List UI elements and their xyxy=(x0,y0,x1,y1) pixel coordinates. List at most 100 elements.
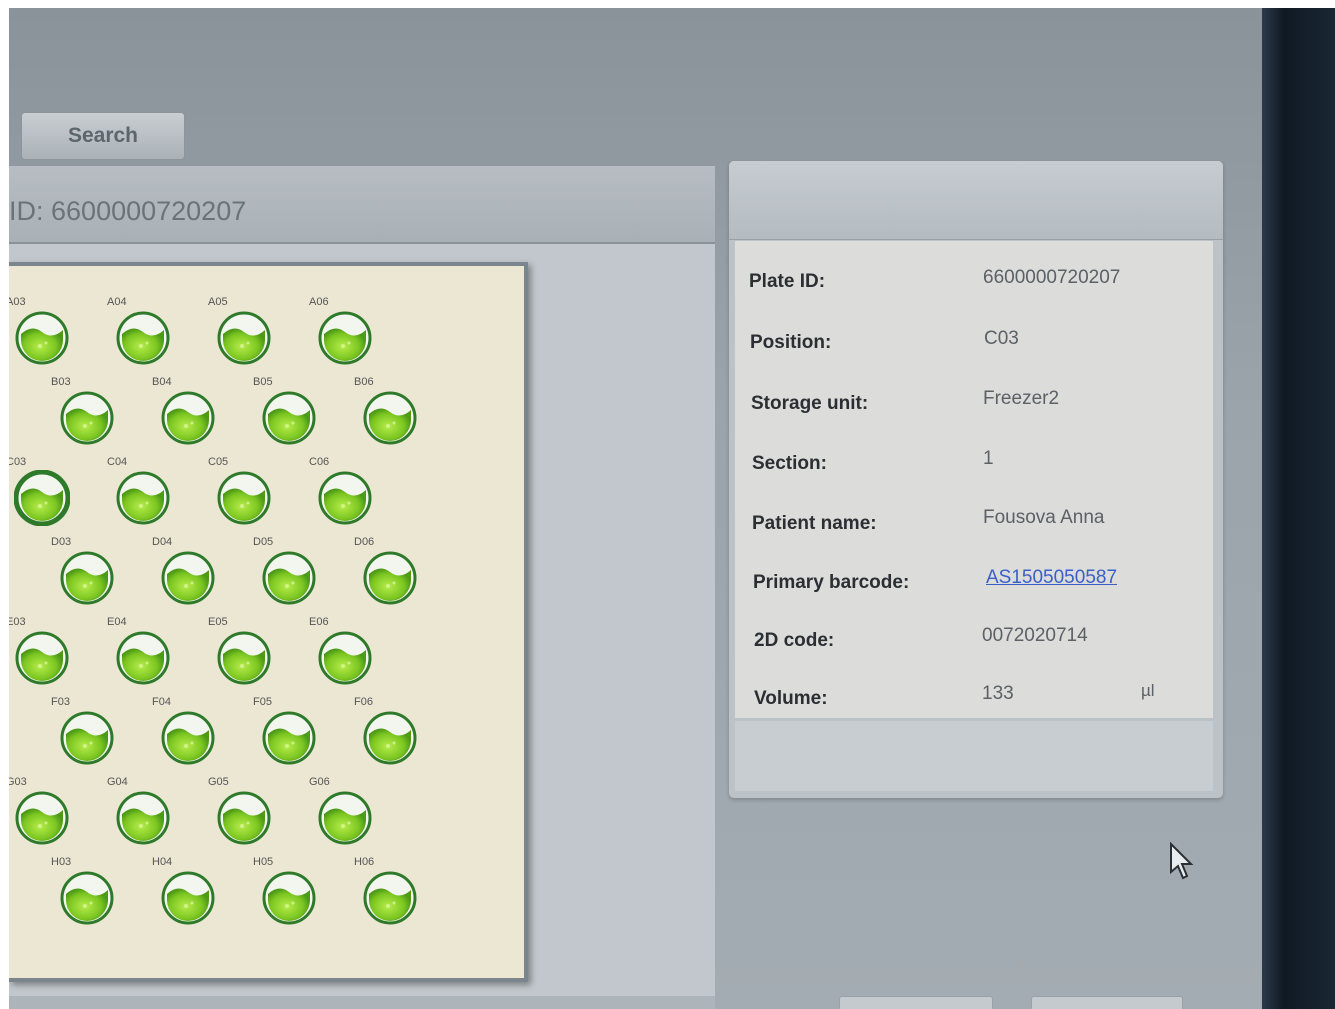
tube-icon xyxy=(217,631,271,685)
plate-well[interactable] xyxy=(115,470,171,526)
tube-icon xyxy=(60,871,114,925)
plate-well[interactable] xyxy=(115,310,171,366)
details-header xyxy=(729,161,1223,240)
tube-icon xyxy=(13,469,71,527)
plate-well[interactable] xyxy=(59,550,115,606)
details-footer xyxy=(735,721,1213,791)
well-label: F05 xyxy=(253,696,272,708)
tube-icon xyxy=(15,631,69,685)
well-label: B04 xyxy=(152,376,172,388)
tube-icon xyxy=(161,711,215,765)
plate-well[interactable] xyxy=(115,630,171,686)
tube-icon xyxy=(60,711,114,765)
tube-icon xyxy=(116,631,170,685)
code-2d-label: 2D code: xyxy=(754,630,835,651)
search-button[interactable]: Search xyxy=(21,112,185,160)
plate-well[interactable] xyxy=(216,790,272,846)
plate-well[interactable] xyxy=(261,710,317,766)
plate-well[interactable] xyxy=(115,790,171,846)
plate-well[interactable] xyxy=(261,550,317,606)
plate-well[interactable] xyxy=(362,550,418,606)
plate-well[interactable] xyxy=(160,390,216,446)
plate-well[interactable] xyxy=(317,470,373,526)
tube-icon xyxy=(363,391,417,445)
patient-name-value: Fousova Anna xyxy=(983,507,1105,528)
section-value: 1 xyxy=(983,448,994,469)
volume-label: Volume: xyxy=(754,688,828,709)
tube-icon xyxy=(217,791,271,845)
tube-icon xyxy=(318,791,372,845)
plate-well[interactable] xyxy=(216,310,272,366)
well-label: C05 xyxy=(208,456,229,468)
well-label: D06 xyxy=(354,536,375,548)
plate-well[interactable] xyxy=(362,870,418,926)
well-label: C06 xyxy=(309,456,330,468)
well-label: D05 xyxy=(253,536,274,548)
plate-well[interactable] xyxy=(59,870,115,926)
mouse-cursor-icon xyxy=(1170,842,1194,880)
patient-name-label: Patient name: xyxy=(752,513,877,534)
well-label: B05 xyxy=(253,376,273,388)
well-label: B03 xyxy=(51,376,71,388)
plate-well[interactable] xyxy=(317,310,373,366)
well-label: B06 xyxy=(354,376,374,388)
tube-icon xyxy=(262,391,316,445)
plate-well[interactable] xyxy=(216,470,272,526)
well-label: C03 xyxy=(9,456,27,468)
bottom-button-2[interactable] xyxy=(1031,996,1183,1009)
storage-unit-label: Storage unit: xyxy=(751,393,869,414)
plate-well[interactable] xyxy=(59,390,115,446)
plate-well[interactable] xyxy=(362,710,418,766)
well-label: H04 xyxy=(152,856,173,868)
sample-details-panel: Plate ID: 6600000720207 Position: C03 St… xyxy=(729,161,1223,798)
well-label: G06 xyxy=(309,776,330,788)
well-label: D03 xyxy=(51,536,72,548)
well-label: D04 xyxy=(152,536,173,548)
tube-icon xyxy=(60,551,114,605)
plate-well[interactable] xyxy=(14,310,70,366)
well-label: F06 xyxy=(354,696,373,708)
primary-barcode-link[interactable]: AS1505050587 xyxy=(986,567,1117,589)
plate-id-label: Plate ID: xyxy=(749,271,826,292)
tube-icon xyxy=(363,711,417,765)
tube-icon xyxy=(363,551,417,605)
plate-well[interactable] xyxy=(160,550,216,606)
volume-unit: µl xyxy=(1141,681,1155,700)
well-label: H03 xyxy=(51,856,72,868)
details-body: Plate ID: 6600000720207 Position: C03 St… xyxy=(735,241,1213,718)
plate-grid: A03 A04 A05 A06 B03 B04 B05 B06 C03 C04 C05 C06 D03 D… xyxy=(9,262,528,982)
volume-value: 133 xyxy=(982,683,1014,704)
plate-well[interactable] xyxy=(14,630,70,686)
plate-well[interactable] xyxy=(261,870,317,926)
well-label: E03 xyxy=(9,616,26,628)
well-label: G05 xyxy=(208,776,229,788)
tube-icon xyxy=(318,631,372,685)
plate-well[interactable] xyxy=(317,790,373,846)
well-label: F04 xyxy=(152,696,171,708)
well-label: H05 xyxy=(253,856,274,868)
plate-title: te ID: 6600000720207 xyxy=(9,196,247,226)
well-label: A04 xyxy=(107,296,127,308)
position-label: Position: xyxy=(750,332,832,353)
monitor-bezel xyxy=(1262,8,1335,1009)
tube-icon xyxy=(161,551,215,605)
plate-well[interactable] xyxy=(216,630,272,686)
plate-well[interactable] xyxy=(14,790,70,846)
well-label: C04 xyxy=(107,456,128,468)
tube-icon xyxy=(318,311,372,365)
tube-icon xyxy=(262,551,316,605)
plate-well[interactable] xyxy=(362,390,418,446)
tube-icon xyxy=(217,311,271,365)
plate-header: te ID: 6600000720207 xyxy=(9,166,715,244)
tube-icon xyxy=(217,471,271,525)
plate-well[interactable] xyxy=(160,870,216,926)
bottom-button-1[interactable] xyxy=(839,996,993,1009)
plate-well[interactable] xyxy=(13,469,71,527)
plate-well[interactable] xyxy=(59,710,115,766)
plate-well[interactable] xyxy=(317,630,373,686)
well-label: E05 xyxy=(208,616,228,628)
tube-icon xyxy=(116,311,170,365)
primary-barcode-label: Primary barcode: xyxy=(753,572,910,593)
plate-well[interactable] xyxy=(261,390,317,446)
plate-well[interactable] xyxy=(160,710,216,766)
